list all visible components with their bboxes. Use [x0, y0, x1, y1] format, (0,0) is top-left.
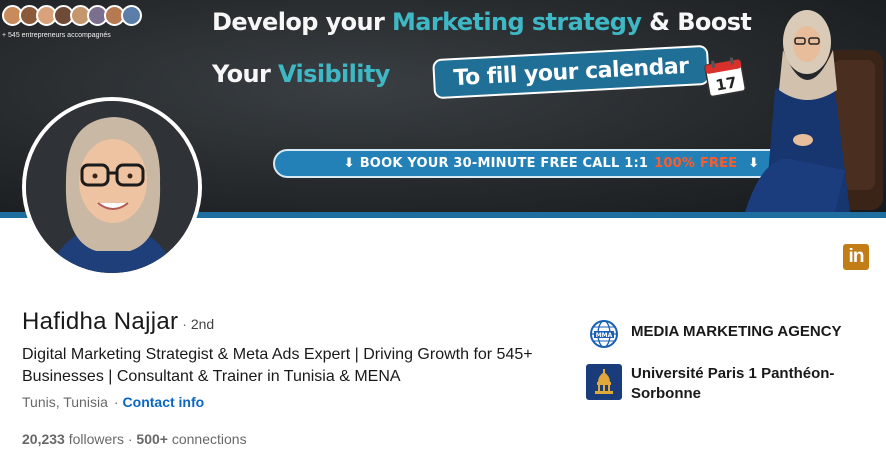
- banner-accent-text: Marketing strategy: [391, 8, 642, 36]
- degree-separator: ·: [182, 316, 187, 332]
- fill-calendar-badge: To fill your calendar: [432, 44, 710, 100]
- arrow-down-icon: ⬇: [343, 156, 355, 171]
- banner-accent-text: Visibility: [277, 60, 390, 88]
- pantheon-icon: [586, 364, 622, 400]
- profile-name: Hafidha Najjar: [22, 308, 179, 335]
- education-school[interactable]: Université Paris 1 Panthéon-Sorbonne: [586, 364, 851, 404]
- connection-degree: · 2nd: [182, 316, 214, 332]
- followers-link[interactable]: 20,233 followers: [22, 431, 124, 447]
- banner-headline-line-1: Develop your Marketing strategy & Boost: [212, 8, 752, 36]
- banner-text: Your: [212, 60, 278, 88]
- network-stats: 20,233 followers · 500+ connections: [22, 431, 247, 447]
- client-avatar-stack: [2, 5, 142, 26]
- location-separator: ·: [113, 394, 119, 410]
- education-school-name: Université Paris 1 Panthéon-Sorbonne: [631, 365, 835, 402]
- profile-headline: Digital Marketing Strategist & Meta Ads …: [22, 346, 533, 385]
- profile-name-row: Hafidha Najjar · 2nd: [22, 308, 214, 336]
- location-row: Tunis, Tunisia · Contact info: [22, 394, 204, 410]
- stats-separator: ·: [127, 431, 133, 447]
- profile-photo-image: [26, 101, 198, 273]
- company-logo-text: MMA: [596, 332, 613, 339]
- client-avatar: [121, 5, 142, 26]
- banner-headline-line-2: Your Visibility: [212, 60, 390, 88]
- banner-portrait-image: [745, 10, 883, 212]
- degree-value: 2nd: [190, 316, 215, 332]
- profile-photo[interactable]: [22, 97, 202, 277]
- connections-link[interactable]: 500+ connections: [136, 431, 246, 447]
- banner-text: Develop your: [212, 8, 392, 36]
- globe-icon: MMA: [586, 316, 622, 352]
- connections-label: connections: [171, 431, 247, 447]
- connections-count: 500+: [136, 431, 168, 447]
- contact-info-link[interactable]: Contact info: [123, 394, 205, 410]
- cta-text: BOOK YOUR 30-MINUTE FREE CALL 1:1: [359, 156, 649, 171]
- followers-label: followers: [68, 431, 124, 447]
- followers-count: 20,233: [22, 431, 65, 447]
- linkedin-icon: in: [843, 244, 869, 270]
- profile-location: Tunis, Tunisia: [22, 394, 108, 410]
- current-company-name: MEDIA MARKETING AGENCY: [631, 323, 842, 340]
- banner-client-count: + 545 entrepreneurs accompagnés: [2, 32, 111, 39]
- current-company[interactable]: MMA MEDIA MARKETING AGENCY: [586, 316, 842, 352]
